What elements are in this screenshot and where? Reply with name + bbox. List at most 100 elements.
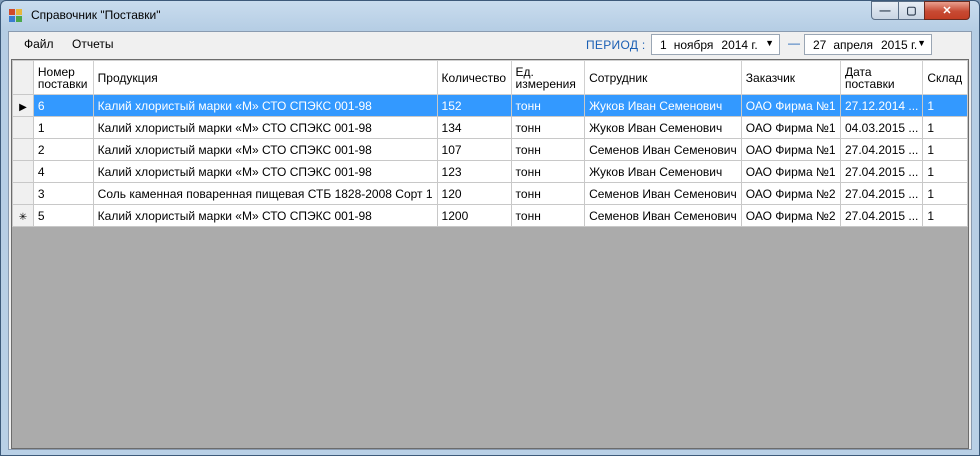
table-cell[interactable]: 27.04.2015 ... [839,138,924,161]
table-cell[interactable]: ОАО Фирма №2 [740,182,841,205]
row-header[interactable] [12,116,34,139]
table-cell[interactable]: 04.03.2015 ... [839,116,924,139]
table-row[interactable]: 2 Калий хлористый марки «М» СТО СПЭКС 001… [12,138,968,161]
row-header[interactable]: ▶ [12,94,34,117]
column-header[interactable]: Заказчик [740,60,841,95]
table-cell[interactable]: Жуков Иван Семенович [584,160,742,183]
column-header-label: Заказчик [745,70,796,85]
from-year: 2014 г. [721,37,758,52]
table-row[interactable]: ▶ 6 Калий хлористый марки «М» СТО СПЭКС 00… [12,94,968,117]
from-month: ноября [673,37,714,52]
table-cell[interactable]: ОАО Фирма №1 [740,138,841,161]
column-header[interactable]: Продукция [92,60,438,95]
column-header-label-line2: поставки [37,76,88,91]
table-cell[interactable]: 1 [922,160,968,183]
table-cell[interactable]: 27.04.2015 ... [839,204,924,227]
table-cell[interactable]: Жуков Иван Семенович [584,116,742,139]
table-cell[interactable]: Семенов Иван Семенович [584,204,742,227]
table-cell[interactable]: 27.12.2014 ... [839,94,924,117]
table-cell[interactable]: 120 [436,182,512,205]
table-cell[interactable]: 1200 [436,204,512,227]
column-header[interactable]: Сотрудник [584,60,742,95]
table-cell[interactable]: 134 [436,116,512,139]
deliveries-table: Номер поставки Продукция Количество Ед. измер… [12,60,968,227]
column-header-label: Сотрудник [589,70,648,85]
column-header-label: Продукция [97,70,158,85]
table-cell[interactable]: Калий хлористый марки «М» СТО СПЭКС 001-… [92,138,438,161]
table-cell[interactable]: 1 [922,182,968,205]
menu-bar: Файл Отчеты ПЕРИОД : 1 ноября 2014 г. ▼ … [9,32,971,56]
table-cell[interactable]: 1 [922,116,968,139]
table-cell[interactable]: тонн [510,94,586,117]
column-header[interactable]: Количество [436,60,512,95]
row-header-corner[interactable] [12,60,34,95]
table-cell[interactable]: Калий хлористый марки «М» СТО СПЭКС 001-… [92,160,438,183]
deliveries-grid[interactable]: Номер поставки Продукция Количество Ед. измер… [11,59,969,449]
table-cell[interactable]: 1 [922,204,968,227]
table-cell[interactable]: Соль каменная поваренная пищевая СТБ 182… [92,182,438,205]
period-label: ПЕРИОД : [586,38,646,52]
dropdown-arrow-icon[interactable]: ▼ [765,38,774,48]
close-button[interactable]: ✕ [924,1,970,20]
table-cell[interactable]: Калий хлористый марки «М» СТО СПЭКС 001-… [92,116,438,139]
column-header[interactable]: Склад [922,60,968,95]
column-header[interactable]: Номер поставки [32,60,94,95]
table-row[interactable]: 4 Калий хлористый марки «М» СТО СПЭКС 001… [12,160,968,183]
table-cell[interactable]: 1 [32,116,94,139]
main-window: Справочник "Поставки" — ▢ ✕ Файл Отчеты … [0,0,980,456]
table-cell[interactable]: 2 [32,138,94,161]
table-row[interactable]: 1 Калий хлористый марки «М» СТО СПЭКС 001… [12,116,968,139]
table-cell[interactable]: тонн [510,204,586,227]
maximize-button[interactable]: ▢ [898,1,925,20]
app-window-icon [9,9,23,23]
table-cell[interactable]: Семенов Иван Семенович [584,182,742,205]
table-cell[interactable]: 5 [32,204,94,227]
row-header[interactable] [12,138,34,161]
table-cell[interactable]: 3 [32,182,94,205]
table-cell[interactable]: ОАО Фирма №1 [740,116,841,139]
current-row-icon: ▶ [19,101,27,113]
period-dash: — [788,36,800,50]
column-header-label: Дата [844,64,872,79]
to-year: 2015 г. [880,37,918,52]
column-header-label-line2: измерения [515,76,576,91]
table-cell[interactable]: Калий хлористый марки «М» СТО СПЭКС 001-… [92,94,438,117]
row-header[interactable] [12,160,34,183]
period-to-datepicker[interactable]: 27 апреля 2015 г. ▼ [804,34,932,55]
table-cell[interactable]: 4 [32,160,94,183]
table-cell[interactable]: 27.04.2015 ... [839,160,924,183]
column-header-label: Номер [37,64,75,79]
table-cell[interactable]: 1 [922,138,968,161]
table-row[interactable]: 3 Соль каменная поваренная пищевая СТБ 18… [12,182,968,205]
menu-file[interactable]: Файл [24,37,54,51]
row-header[interactable]: ✳ [12,204,34,227]
table-cell[interactable]: ОАО Фирма №2 [740,204,841,227]
table-cell[interactable]: 107 [436,138,512,161]
column-header[interactable]: Ед. измерения [510,60,586,95]
table-cell[interactable]: Семенов Иван Семенович [584,138,742,161]
column-header[interactable]: Дата поставки [839,60,924,95]
table-cell[interactable]: тонн [510,182,586,205]
table-cell[interactable]: тонн [510,160,586,183]
new-row-icon: ✳ [18,211,28,223]
table-cell[interactable]: Жуков Иван Семенович [584,94,742,117]
column-header-label: Склад [927,70,963,85]
row-header[interactable] [12,182,34,205]
table-cell[interactable]: ОАО Фирма №1 [740,160,841,183]
table-cell[interactable]: тонн [510,116,586,139]
table-cell[interactable]: 1 [922,94,968,117]
table-cell[interactable]: 6 [32,94,94,117]
table-cell[interactable]: Калий хлористый марки «М» СТО СПЭКС 001-… [92,204,438,227]
window-title: Справочник "Поставки" [31,8,161,22]
minimize-button[interactable]: — [871,1,899,20]
table-cell[interactable]: 152 [436,94,512,117]
table-cell[interactable]: тонн [510,138,586,161]
title-bar[interactable]: Справочник "Поставки" — ▢ ✕ [1,1,979,31]
menu-reports[interactable]: Отчеты [72,37,113,51]
table-cell[interactable]: 123 [436,160,512,183]
table-cell[interactable]: ОАО Фирма №1 [740,94,841,117]
dropdown-arrow-icon[interactable]: ▼ [917,38,926,48]
period-from-datepicker[interactable]: 1 ноября 2014 г. ▼ [651,34,780,55]
table-row[interactable]: ✳ 5 Калий хлористый марки «М» СТО СПЭКС 00… [12,204,968,227]
table-cell[interactable]: 27.04.2015 ... [839,182,924,205]
